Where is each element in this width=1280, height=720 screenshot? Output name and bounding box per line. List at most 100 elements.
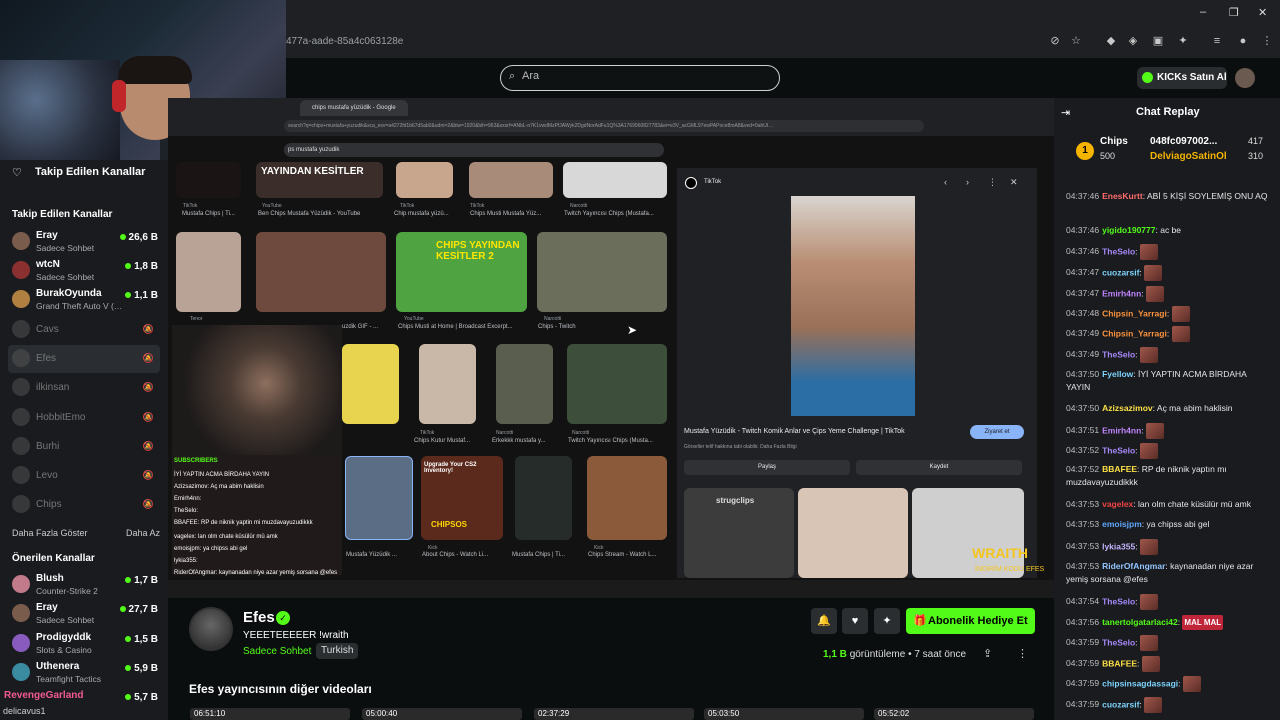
buy-kicks-button[interactable]: KICKs Satın Al — [1137, 67, 1227, 89]
viewer-count: 5,9 B — [125, 663, 158, 674]
extension-icon[interactable]: ◆ — [1104, 34, 1118, 48]
sidebar-item-ilkinsan[interactable]: ilkinsan 🔕 — [8, 374, 160, 402]
chat-username[interactable]: RiderOfAngmar — [1102, 561, 1165, 571]
sidebar-item-efes[interactable]: Efes 🔕 — [8, 345, 160, 373]
sidebar-header[interactable]: Takip Edilen Kanallar — [35, 166, 145, 178]
save-button: Kaydet — [856, 460, 1022, 475]
show-more-link[interactable]: Daha Fazla Göster — [12, 528, 88, 538]
kicks-coin-icon — [1142, 72, 1153, 83]
kebab-menu-icon[interactable]: ⋮ — [1260, 34, 1274, 48]
image-thumb — [469, 162, 553, 198]
language-tag[interactable]: Turkish — [316, 643, 359, 659]
overlay-chat-line: RiderOfAngmar: kaynanadan niye azar yemi… — [174, 570, 338, 576]
collapse-chat-icon[interactable]: ⇥ — [1061, 106, 1070, 119]
sparkle-button[interactable]: ✦ — [874, 608, 900, 634]
sidebar-item-levo[interactable]: Levo 🔕 — [8, 462, 160, 490]
star-icon[interactable]: ☆ — [1069, 34, 1083, 48]
chat-username[interactable]: TheSelo — [1102, 596, 1135, 606]
show-less-link[interactable]: Daha Az — [126, 528, 160, 538]
sidebar-item-blush[interactable]: Blush Counter-Strike 2 1,7 B — [8, 571, 160, 599]
channel-name[interactable]: Efes — [243, 609, 275, 626]
video-thumbnail[interactable]: 05:03:50 — [704, 708, 864, 720]
share-icon[interactable]: ⇪ — [983, 647, 992, 660]
chat-username[interactable]: emoisjpm — [1102, 519, 1142, 529]
chat-username[interactable]: BBAFEE — [1102, 464, 1137, 474]
thumb-label: Mustafa Chips | Ti... — [182, 211, 235, 217]
emote-icon — [1144, 265, 1163, 281]
chat-username[interactable]: TheSelo — [1102, 637, 1135, 647]
video-thumbnail[interactable]: 06:51:10 — [190, 708, 350, 720]
notification-bell-button[interactable]: 🔔 — [811, 608, 837, 634]
preview-title: Mustafa Yüzüdik - Twitch Komik Anlar ve … — [684, 428, 905, 435]
maximize-icon[interactable]: ❐ — [1229, 6, 1239, 19]
puzzle-icon[interactable]: ✦ — [1176, 34, 1190, 48]
sidebar-item-burhi[interactable]: Burhi 🔕 — [8, 433, 160, 461]
chat-username[interactable]: cuozarsif — [1102, 267, 1139, 277]
video-thumbnail[interactable]: 02:37:29 — [534, 708, 694, 720]
chat-username[interactable]: Fyellow — [1102, 369, 1133, 379]
chat-username[interactable]: TheSelo — [1102, 246, 1135, 256]
chat-username[interactable]: cuozarsif — [1102, 699, 1139, 709]
sidebar-item-eray[interactable]: Eray Sadece Sohbet 26,6 B — [8, 228, 160, 256]
stream-title: YEEETEEEEER !wraith — [243, 630, 349, 641]
more-options-icon[interactable]: ⋮ — [1017, 647, 1028, 660]
channel-name: Blush — [36, 573, 64, 584]
chat-username[interactable]: BBAFEE — [1102, 658, 1137, 668]
sidebar-item-uthenera[interactable]: Uthenera Teamfight Tactics 5,9 B — [8, 659, 160, 687]
chat-username[interactable]: Emirh4nn — [1102, 425, 1141, 435]
chat-username[interactable]: EnesKurtt — [1102, 191, 1143, 201]
image-thumb — [256, 232, 386, 312]
image-thumb: Upgrade Your CS2 Inventory! CHIPSOS — [421, 456, 503, 540]
menu-list-icon[interactable]: ≡ — [1210, 34, 1224, 48]
sidebar-item-wtcn[interactable]: wtcN Sadece Sohbet 1,8 B — [8, 257, 160, 285]
sidebar-item-chips[interactable]: Chips 🔕 — [8, 491, 160, 519]
chat-username[interactable]: vagelex — [1102, 499, 1133, 509]
address-bar[interactable]: 477a-aade-85a4c063128e — [286, 30, 403, 54]
emote-icon — [1139, 594, 1158, 610]
viewer-count-value: 5,7 B — [134, 692, 158, 703]
avatar — [12, 261, 30, 279]
top-nav — [286, 58, 1280, 98]
close-icon[interactable]: ✕ — [1258, 6, 1267, 19]
eye-off-icon[interactable]: ⊘ — [1048, 34, 1062, 48]
chat-username[interactable]: TheSelo — [1102, 445, 1135, 455]
chat-username[interactable]: TheSelo — [1102, 349, 1135, 359]
viewer-count: 1,7 B — [125, 575, 158, 586]
channel-avatar[interactable] — [189, 607, 233, 651]
video-thumbnail[interactable]: 05:00:40 — [362, 708, 522, 720]
channel-name: Uthenera — [36, 661, 80, 672]
sidebar-item-eray-recommended[interactable]: Eray Sadece Sohbet 27,7 B — [8, 600, 160, 628]
avatar — [12, 290, 30, 308]
viewer-count-value: 1,5 B — [134, 634, 158, 645]
chat-username[interactable]: Emirh4nn — [1102, 288, 1141, 298]
stream-category[interactable]: Sadece Sohbet — [243, 646, 311, 657]
search-input[interactable] — [500, 65, 780, 91]
video-thumbnail[interactable]: 05:52:02 — [874, 708, 1034, 720]
chat-username[interactable]: chipsinsagdassagi — [1102, 678, 1178, 688]
profile-icon[interactable]: ● — [1236, 34, 1250, 48]
sidebar-item-cavs[interactable]: Cavs 🔕 — [8, 316, 160, 344]
sidebar-item-prodigyddk[interactable]: Prodigyddk Slots & Casino 1,5 B — [8, 630, 160, 658]
chat-username[interactable]: tanertolgatarlaci42 — [1102, 617, 1178, 627]
chat-username[interactable]: yigido190777 — [1102, 225, 1155, 235]
sidebar-item-hobbitemo[interactable]: HobbitEmo 🔕 — [8, 404, 160, 432]
shield-icon[interactable]: ◈ — [1126, 34, 1140, 48]
user-avatar[interactable] — [1235, 68, 1255, 88]
gift-subscription-button[interactable]: 🎁 Abonelik Hediye Et — [906, 608, 1035, 634]
chat-username[interactable]: Chipsin_Yarragi — [1102, 308, 1167, 318]
follow-heart-button[interactable]: ♥ — [842, 608, 868, 634]
chat-message: 04:37:54 TheSelo: — [1066, 594, 1272, 610]
preview-image — [791, 196, 915, 416]
chat-username[interactable]: Azizsazimov — [1102, 403, 1153, 413]
chat-message: 04:37:53 emoisjpm: ya chipss abi gel — [1066, 518, 1272, 531]
chat-timestamp: 04:37:52 — [1066, 445, 1100, 456]
chat-username[interactable]: lykia355 — [1102, 541, 1135, 551]
sidebar-item-burakoyunda[interactable]: BurakOyunda Grand Theft Auto V (… 1,1 B — [8, 286, 160, 314]
chat-message: 04:37:50 Fyellow: İYİ YAPTIN ACMA BİRDAHA… — [1066, 368, 1272, 394]
extension-icon-2[interactable]: ▣ — [1151, 34, 1165, 48]
minimize-icon[interactable]: – — [1200, 6, 1206, 18]
emote-icon — [1146, 286, 1165, 302]
image-thumb — [563, 162, 667, 198]
chat-username[interactable]: Chipsin_Yarragi — [1102, 328, 1167, 338]
avatar — [12, 495, 30, 513]
